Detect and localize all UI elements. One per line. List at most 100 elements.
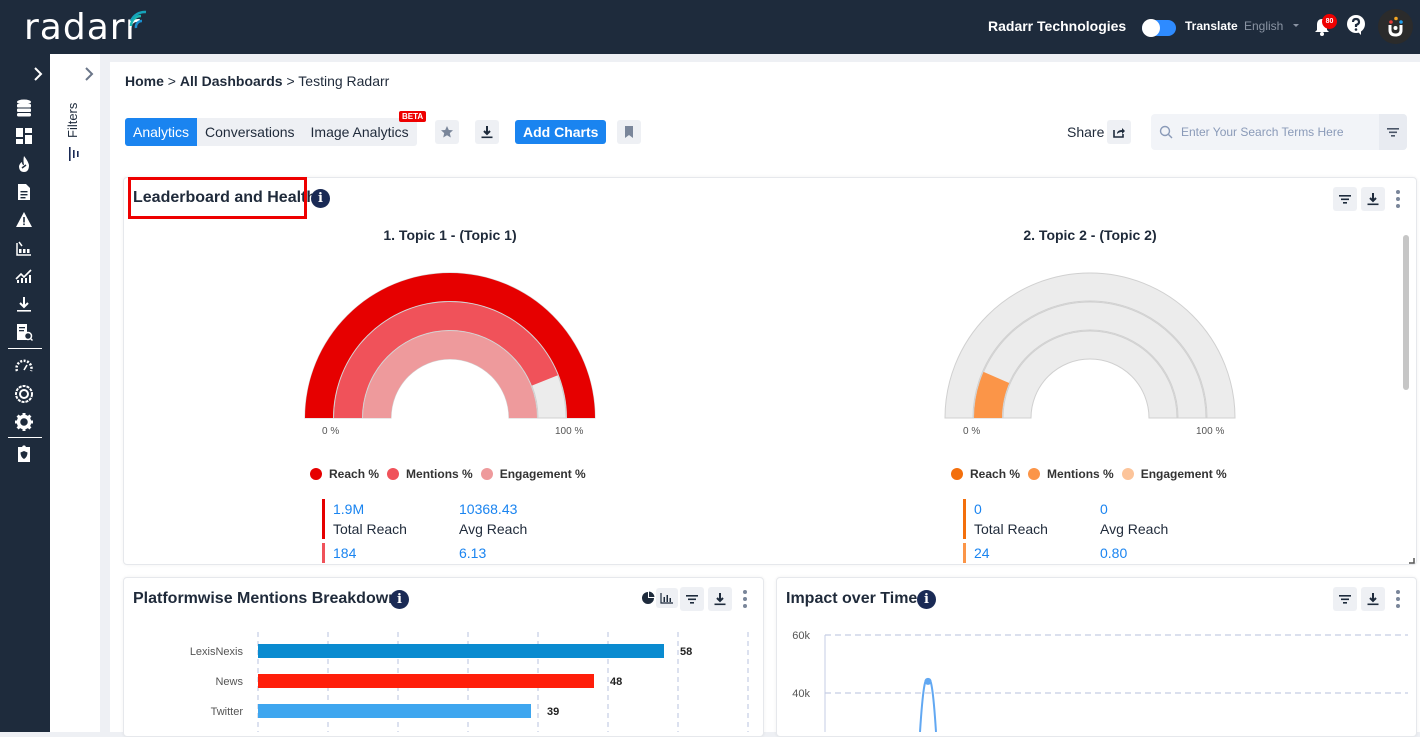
dashboard-icon[interactable]	[14, 126, 34, 146]
help-icon[interactable]	[1346, 14, 1366, 36]
info-icon[interactable]: i	[390, 590, 409, 609]
chevron-right-icon[interactable]	[83, 66, 95, 82]
topic-1-stats: 1.9M Total Reach 10368.43 Avg Reach 184 6.…	[322, 499, 585, 563]
legend-engagement[interactable]: Engagement %	[480, 467, 586, 481]
pie-chart-icon[interactable]	[641, 591, 655, 605]
stat-bar	[322, 543, 325, 563]
expand-icon[interactable]	[32, 66, 44, 82]
breadcrumb-separator: >	[163, 73, 180, 89]
download-button[interactable]	[475, 120, 499, 144]
card-download-button[interactable]	[708, 587, 732, 611]
bar-value-label: 39	[547, 706, 559, 718]
more-options-icon[interactable]	[743, 590, 747, 608]
legend-mentions[interactable]: Mentions %	[1028, 467, 1114, 481]
document-icon[interactable]	[14, 182, 34, 202]
search-input[interactable]	[1181, 123, 1371, 141]
card-filter-button[interactable]	[1333, 187, 1357, 211]
card-download-button[interactable]	[1361, 187, 1385, 211]
target-icon[interactable]	[14, 384, 34, 404]
search-icon	[1159, 125, 1173, 139]
card-download-button[interactable]	[1361, 587, 1385, 611]
mentions-value: 184	[333, 545, 357, 561]
search-filter-button[interactable]	[1379, 114, 1407, 150]
bar-lexisnexis[interactable]	[258, 644, 664, 658]
topic-2-stats: 0 Total Reach 0 Avg Reach 24 0.80	[963, 499, 1226, 563]
favorite-button[interactable]	[435, 120, 459, 144]
nav-divider	[8, 348, 42, 349]
shield-document-icon[interactable]	[14, 444, 34, 464]
download-icon[interactable]	[14, 294, 34, 314]
breadcrumb-all-dashboards[interactable]: All Dashboards	[180, 73, 283, 89]
download-icon	[714, 593, 726, 606]
avg-reach-value: 0	[1100, 501, 1108, 517]
filter-bars-icon[interactable]	[68, 146, 80, 162]
notification-badge: 80	[1322, 14, 1337, 29]
tab-image-analytics[interactable]: Image Analytics	[303, 118, 417, 146]
card-title: Impact over Time	[786, 590, 918, 607]
gauge-max-label: 100 %	[1196, 426, 1225, 437]
topic-1-gauge	[304, 272, 596, 419]
resize-handle-icon[interactable]	[1408, 557, 1415, 564]
tab-conversations[interactable]: Conversations	[197, 118, 303, 146]
card-filter-button[interactable]	[680, 587, 704, 611]
share-label[interactable]: Share	[1067, 124, 1104, 140]
filter-icon	[1387, 128, 1399, 137]
translate-toggle[interactable]	[1142, 19, 1176, 37]
impact-line	[919, 678, 937, 732]
search-report-icon[interactable]	[14, 322, 34, 342]
info-icon[interactable]: i	[311, 189, 330, 208]
avg-reach-value: 10368.43	[459, 501, 518, 517]
legend-reach[interactable]: Reach %	[310, 467, 379, 481]
search-bar	[1151, 114, 1407, 150]
company-name[interactable]: Radarr Technologies	[988, 18, 1126, 34]
filter-icon	[1339, 595, 1351, 604]
bar-value-label: 48	[610, 676, 622, 688]
y-tick-label: 60k	[792, 630, 810, 642]
legend-engagement[interactable]: Engagement %	[1121, 467, 1227, 481]
tab-analytics[interactable]: Analytics	[125, 118, 198, 146]
share-button[interactable]	[1107, 120, 1131, 144]
settings-icon[interactable]	[14, 412, 34, 432]
language-select[interactable]: English	[1244, 19, 1283, 33]
download-icon	[1367, 193, 1379, 206]
topic-2-legend: Reach % Mentions % Engagement %	[951, 467, 1235, 481]
legend-label: Reach %	[329, 467, 380, 481]
nav-divider	[8, 437, 42, 438]
legend-reach[interactable]: Reach %	[951, 467, 1020, 481]
bookmark-button[interactable]	[617, 120, 641, 144]
database-icon[interactable]	[14, 98, 34, 118]
more-options-icon[interactable]	[1396, 190, 1400, 208]
gauge-icon[interactable]	[14, 356, 34, 376]
alert-icon[interactable]	[14, 210, 34, 230]
user-avatar[interactable]	[1378, 9, 1413, 44]
category-label: Twitter	[211, 706, 244, 718]
chevron-down-icon[interactable]	[1293, 24, 1299, 27]
bar-news[interactable]	[258, 674, 594, 688]
reports-icon[interactable]	[14, 238, 34, 258]
card-scrollbar[interactable]	[1403, 235, 1409, 390]
download-icon	[481, 126, 493, 139]
topic-2-title: 2. Topic 2 - (Topic 2)	[1023, 227, 1157, 243]
avg-reach-label: Avg Reach	[1100, 521, 1169, 537]
topic-1-title: 1. Topic 1 - (Topic 1)	[383, 227, 517, 243]
legend-mentions[interactable]: Mentions %	[387, 467, 473, 481]
filters-toggle[interactable]: Filters	[65, 103, 80, 138]
breadcrumb-home[interactable]: Home	[125, 73, 164, 89]
info-icon[interactable]: i	[917, 590, 936, 609]
total-reach-label: Total Reach	[974, 521, 1048, 537]
more-options-icon[interactable]	[1396, 590, 1400, 608]
bar-value-label: 58	[680, 646, 692, 658]
add-charts-button[interactable]: Add Charts	[515, 120, 607, 144]
beta-badge: BETA	[399, 111, 427, 122]
download-icon	[1367, 593, 1379, 606]
avg-reach-label: Avg Reach	[459, 521, 528, 537]
data-point[interactable]	[924, 677, 932, 685]
total-reach-label: Total Reach	[333, 521, 407, 537]
bar-chart-toggle[interactable]	[656, 588, 678, 608]
card-filter-button[interactable]	[1333, 587, 1357, 611]
filter-icon	[1339, 195, 1351, 204]
analytics-icon[interactable]	[14, 266, 34, 286]
radarr-logo[interactable]: radarr	[24, 8, 147, 48]
bar-twitter[interactable]	[258, 704, 531, 718]
trending-icon[interactable]	[14, 154, 34, 174]
